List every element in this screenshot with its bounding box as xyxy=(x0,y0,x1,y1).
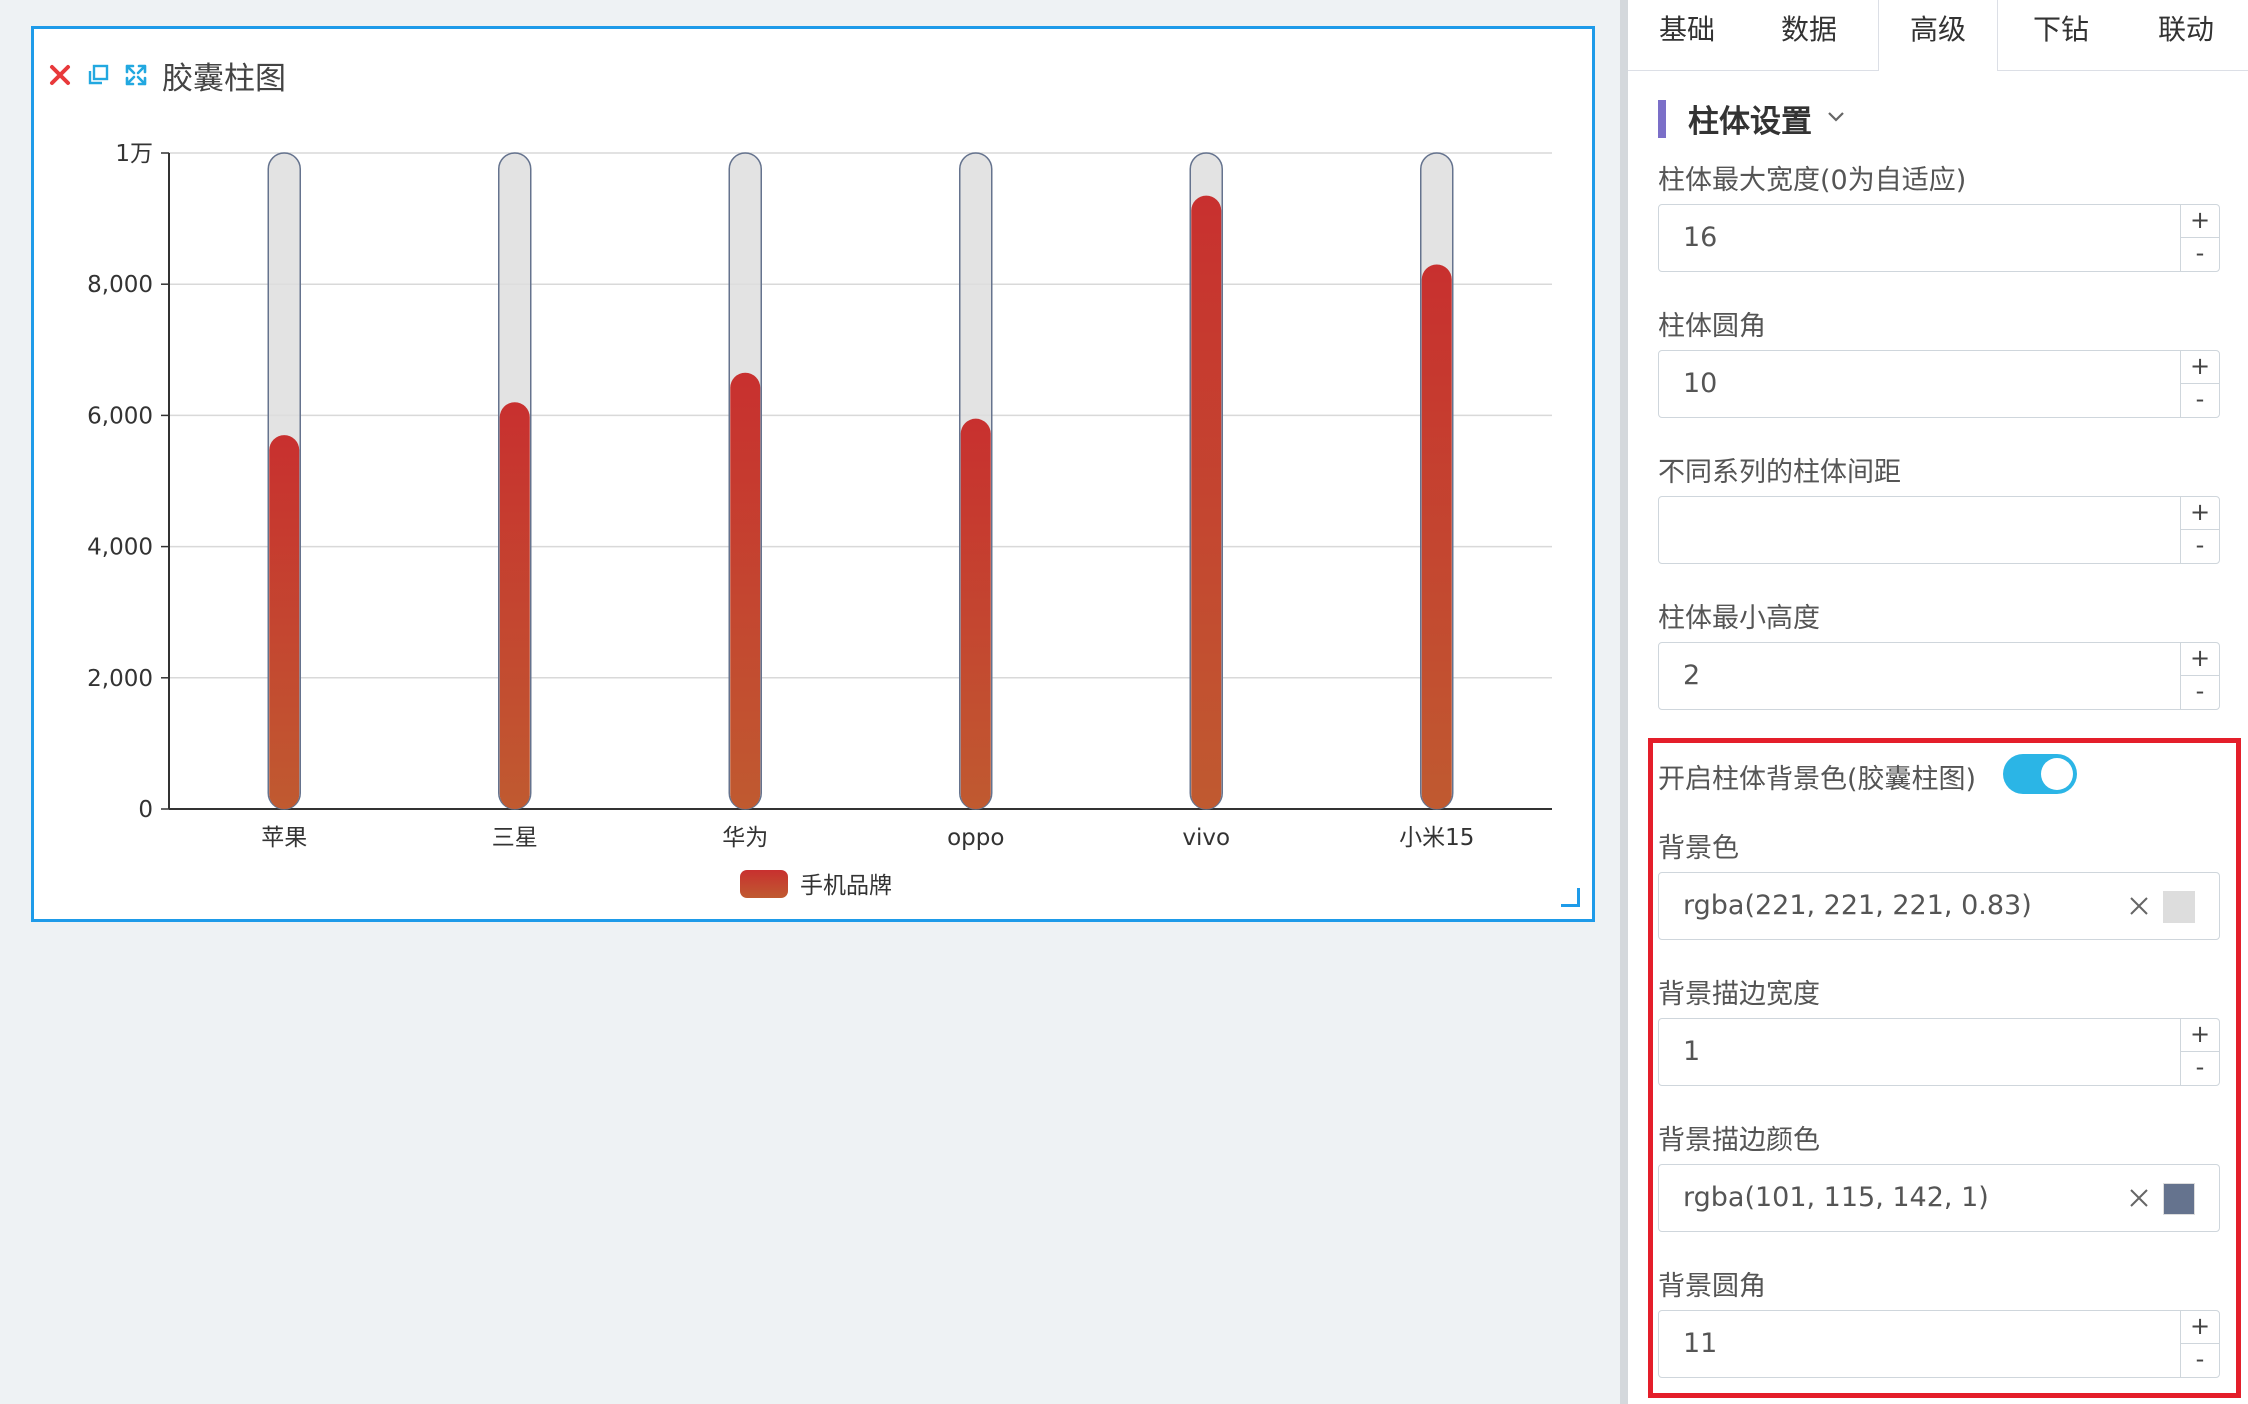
min-height-stepper: + - xyxy=(2180,643,2219,709)
section-accent-bar xyxy=(1658,99,1666,138)
y-tick-label: 1万 xyxy=(115,141,153,167)
x-tick-label: oppo xyxy=(947,825,1004,851)
bg-border-width-value: 1 xyxy=(1683,1036,1701,1067)
bg-radius-label: 背景圆角 xyxy=(1658,1271,1766,1302)
max-width-input[interactable]: 16 + - xyxy=(1658,204,2220,272)
chart-title: 胶囊柱图 xyxy=(162,60,286,97)
radius-label: 柱体圆角 xyxy=(1658,311,1766,342)
decrement-button[interactable]: - xyxy=(2181,1344,2219,1377)
y-tick-label: 4,000 xyxy=(87,535,153,561)
radius-input[interactable]: 10 + - xyxy=(1658,350,2220,418)
card-header: 胶囊柱图 xyxy=(46,55,286,97)
chart-card: 0 2,000 4,000 6,000 8,000 1万苹果 三星 华为 oppo vivo 小米1… xyxy=(31,26,1595,922)
series-gap-label: 不同系列的柱体间距 xyxy=(1658,457,1901,488)
legend-swatch xyxy=(740,870,788,898)
increment-button[interactable]: + xyxy=(2181,497,2219,530)
min-height-value: 2 xyxy=(1683,660,1701,691)
section-header[interactable]: 柱体设置 xyxy=(1658,96,1846,141)
radius-stepper: + - xyxy=(2180,351,2219,417)
color-swatch[interactable] xyxy=(2163,1183,2195,1215)
bg-color-input[interactable]: rgba(221, 221, 221, 0.83) xyxy=(1658,872,2220,940)
tab-data[interactable]: 数据 xyxy=(1746,0,1872,70)
y-tick-label: 6,000 xyxy=(87,403,153,429)
max-width-value: 16 xyxy=(1683,222,1718,253)
bg-border-width-input[interactable]: 1 + - xyxy=(1658,1018,2220,1086)
clear-icon[interactable] xyxy=(2125,1184,2153,1212)
series-gap-stepper: + - xyxy=(2180,497,2219,563)
x-tick-label: 苹果 xyxy=(261,825,307,851)
panel-splitter[interactable] xyxy=(1620,0,1628,1404)
tab-linkage[interactable]: 联动 xyxy=(2124,0,2248,70)
chevron-down-icon xyxy=(1826,109,1846,128)
series-gap-input[interactable]: + - xyxy=(1658,496,2220,564)
section-title: 柱体设置 xyxy=(1688,104,1812,140)
bar xyxy=(960,418,991,809)
tab-basic[interactable]: 基础 xyxy=(1628,0,1746,70)
bg-radius-input[interactable]: 11 + - xyxy=(1658,1310,2220,1378)
resize-handle-icon[interactable] xyxy=(1561,888,1580,907)
bar xyxy=(1191,195,1222,809)
bg-border-color-label: 背景描边颜色 xyxy=(1658,1125,1820,1156)
tab-bar: 基础 数据 高级 下钻 联动 xyxy=(1628,0,2248,71)
increment-button[interactable]: + xyxy=(2181,1019,2219,1052)
bar xyxy=(730,372,761,809)
bar xyxy=(499,402,530,809)
increment-button[interactable]: + xyxy=(2181,351,2219,384)
increment-button[interactable]: + xyxy=(2181,205,2219,238)
tab-advanced[interactable]: 高级 xyxy=(1878,0,1998,71)
clear-icon[interactable] xyxy=(2125,892,2153,920)
bg-border-width-label: 背景描边宽度 xyxy=(1658,979,1820,1010)
y-tick-label: 2,000 xyxy=(87,666,153,692)
bar xyxy=(1421,264,1452,809)
bg-border-width-stepper: + - xyxy=(2180,1019,2219,1085)
bg-radius-value: 11 xyxy=(1683,1328,1718,1359)
y-tick-label: 0 xyxy=(138,797,153,823)
increment-button[interactable]: + xyxy=(2181,643,2219,676)
bg-border-color-value: rgba(101, 115, 142, 1) xyxy=(1683,1182,1989,1213)
close-icon[interactable] xyxy=(46,61,74,89)
bar xyxy=(269,435,300,809)
toggle-knob xyxy=(2041,758,2073,790)
decrement-button[interactable]: - xyxy=(2181,676,2219,709)
bg-color-value: rgba(221, 221, 221, 0.83) xyxy=(1683,890,2032,921)
chart-canvas: 0 2,000 4,000 6,000 8,000 1万苹果 三星 华为 oppo vivo 小米1… xyxy=(87,141,1552,899)
x-tick-label: 小米15 xyxy=(1399,825,1474,851)
increment-button[interactable]: + xyxy=(2181,1311,2219,1344)
max-width-stepper: + - xyxy=(2180,205,2219,271)
max-width-label: 柱体最大宽度(0为自适应) xyxy=(1658,165,1967,196)
bg-enable-toggle[interactable] xyxy=(2003,754,2077,794)
legend-label: 手机品牌 xyxy=(800,873,892,899)
bg-radius-stepper: + - xyxy=(2180,1311,2219,1377)
min-height-label: 柱体最小高度 xyxy=(1658,603,1820,634)
decrement-button[interactable]: - xyxy=(2181,384,2219,417)
decrement-button[interactable]: - xyxy=(2181,238,2219,271)
y-tick-label: 8,000 xyxy=(87,272,153,298)
decrement-button[interactable]: - xyxy=(2181,1052,2219,1085)
min-height-input[interactable]: 2 + - xyxy=(1658,642,2220,710)
radius-value: 10 xyxy=(1683,368,1718,399)
x-tick-label: 华为 xyxy=(722,825,768,851)
tab-drilldown[interactable]: 下钻 xyxy=(1998,0,2124,70)
color-swatch[interactable] xyxy=(2163,891,2195,923)
bg-border-color-input[interactable]: rgba(101, 115, 142, 1) xyxy=(1658,1164,2220,1232)
x-tick-label: 三星 xyxy=(492,825,538,851)
decrement-button[interactable]: - xyxy=(2181,530,2219,563)
bg-enable-label: 开启柱体背景色(胶囊柱图) xyxy=(1658,764,1977,795)
expand-icon[interactable] xyxy=(122,61,150,89)
copy-icon[interactable] xyxy=(84,61,112,89)
bg-color-label: 背景色 xyxy=(1658,833,1739,864)
x-tick-label: vivo xyxy=(1182,825,1230,851)
settings-panel: 基础 数据 高级 下钻 联动 柱体设置 柱体最大宽度(0为自适应) 16 + -… xyxy=(1628,0,2248,1404)
